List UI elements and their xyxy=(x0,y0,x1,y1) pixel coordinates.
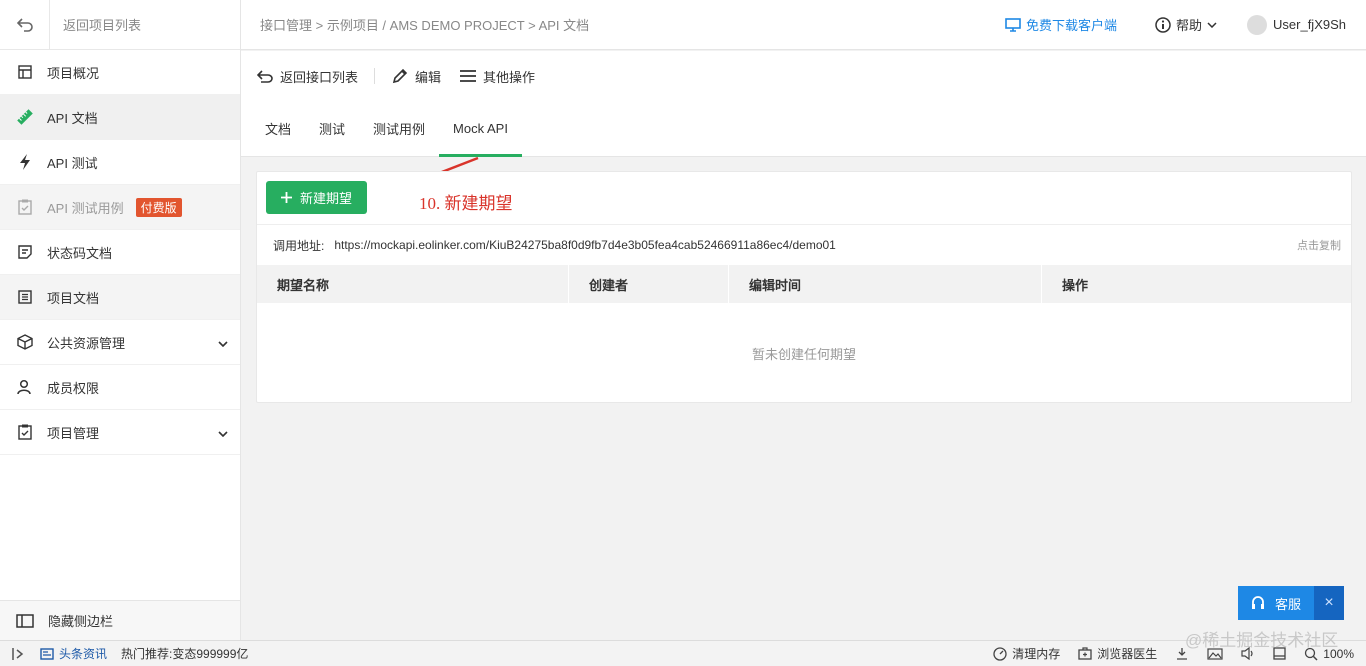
watermark: @稀土掘金技术社区 xyxy=(1185,631,1339,650)
doc-toolbar: 返回接口列表 编辑 其他操作 xyxy=(241,51,1366,101)
customer-service-button[interactable]: 客服 xyxy=(1238,586,1314,620)
sidebar-item-api-test-cases[interactable]: API 测试用例 付费版 xyxy=(0,185,240,230)
copy-link[interactable]: 点击复制 xyxy=(1297,237,1341,253)
headline-news-label: 头条资讯 xyxy=(59,647,108,661)
document-list-icon xyxy=(16,288,34,306)
customer-service-widget: 客服 × xyxy=(1238,586,1344,620)
speedometer-icon xyxy=(993,646,1007,661)
pencil-icon xyxy=(392,68,408,84)
more-actions-button[interactable]: 其他操作 xyxy=(459,67,535,86)
cube-icon xyxy=(16,333,34,351)
sidebar-item-members[interactable]: 成员权限 xyxy=(0,365,240,410)
annotation-label: 10. 新建期望 xyxy=(419,194,513,213)
newspaper-icon xyxy=(40,647,54,660)
download-client-label: 免费下载客户端 xyxy=(1025,18,1117,33)
sidebar-item-project-management[interactable]: 项目管理 xyxy=(0,410,240,455)
clipboard-check-icon xyxy=(16,423,34,441)
chevron-down-icon xyxy=(1207,21,1217,28)
headline-news-link[interactable]: 头条资讯 xyxy=(40,645,107,662)
sidebar-item-label: 项目概况 xyxy=(47,65,100,81)
tab-mock-api[interactable]: Mock API xyxy=(439,101,522,157)
tab-test-cases[interactable]: 测试用例 xyxy=(359,101,439,156)
browser-doctor-button[interactable]: 浏览器医生 xyxy=(1078,645,1157,662)
hide-sidebar-label: 隐藏侧边栏 xyxy=(48,614,114,629)
call-address-url: https://mockapi.eolinker.com/KiuB24275ba… xyxy=(334,238,836,252)
note-icon xyxy=(16,243,34,261)
sidebar-item-public-resources[interactable]: 公共资源管理 xyxy=(0,320,240,365)
browser-doctor-label: 浏览器医生 xyxy=(1097,647,1158,661)
column-header-creator: 创建者 xyxy=(569,265,729,303)
sidebar-item-label: 公共资源管理 xyxy=(47,335,126,351)
more-actions-label: 其他操作 xyxy=(483,69,536,85)
help-menu[interactable]: 帮助 xyxy=(1155,15,1217,34)
sidebar-item-label: API 测试用例 xyxy=(47,200,124,216)
sidebar-item-api-test[interactable]: API 测试 xyxy=(0,140,240,185)
close-icon[interactable]: × xyxy=(1314,586,1344,620)
column-header-name: 期望名称 xyxy=(257,265,569,303)
mock-panel: 新建期望 10. 新建期望 调用地址: https://mockapi.eoli… xyxy=(256,171,1352,403)
menu-icon xyxy=(460,70,477,82)
back-arrow-icon[interactable] xyxy=(0,0,50,50)
back-to-projects[interactable]: 返回项目列表 xyxy=(0,0,240,50)
sidebar-toggle-icon xyxy=(16,613,34,628)
help-label: 帮助 xyxy=(1176,18,1203,33)
username: User_fjX9Sh xyxy=(1273,17,1346,32)
browser-status-bar: 头条资讯 热门推荐:变态999999亿 清理内存 浏览器医生 100% xyxy=(0,640,1366,666)
download-client-link[interactable]: 免费下载客户端 xyxy=(1005,15,1117,34)
plus-icon xyxy=(280,192,292,203)
toolbar-divider xyxy=(374,68,376,84)
clipboard-check-icon xyxy=(16,198,34,216)
back-to-api-list-label: 返回接口列表 xyxy=(280,69,359,85)
new-expectation-label: 新建期望 xyxy=(299,191,352,206)
tab-doc[interactable]: 文档 xyxy=(251,101,305,156)
headset-icon xyxy=(1251,596,1264,609)
doc-tabs: 文档 测试 测试用例 Mock API xyxy=(241,101,1366,157)
back-to-projects-label[interactable]: 返回项目列表 xyxy=(50,15,141,34)
sidebar-item-status-codes[interactable]: 状态码文档 xyxy=(0,230,240,275)
avatar xyxy=(1247,14,1268,35)
medical-kit-icon xyxy=(1078,647,1092,660)
customer-service-label: 客服 xyxy=(1274,596,1301,612)
sidebar-item-label: 项目文档 xyxy=(47,290,100,306)
edit-button[interactable]: 编辑 xyxy=(391,67,441,86)
top-header: 接口管理 > 示例项目 / AMS DEMO PROJECT > API 文档 … xyxy=(241,0,1366,50)
tab-test[interactable]: 测试 xyxy=(305,101,359,156)
sidebar-item-label: API 文档 xyxy=(47,110,98,126)
breadcrumb[interactable]: 接口管理 > 示例项目 / AMS DEMO PROJECT > API 文档 xyxy=(241,15,1005,34)
chevron-down-icon[interactable] xyxy=(218,425,228,440)
sidebar: 返回项目列表 项目概况 API 文档 API 测试 API 测试用例 付费版 状… xyxy=(0,0,241,640)
expectations-table-header: 期望名称 创建者 编辑时间 操作 xyxy=(257,265,1351,303)
sidebar-item-overview[interactable]: 项目概况 xyxy=(0,50,240,95)
edit-label: 编辑 xyxy=(415,69,442,85)
lightning-icon xyxy=(16,153,34,171)
overview-icon xyxy=(16,63,34,81)
paid-badge: 付费版 xyxy=(135,197,182,217)
column-header-actions: 操作 xyxy=(1062,277,1089,293)
sidebar-item-project-docs[interactable]: 项目文档 xyxy=(0,275,240,320)
expand-panel-icon[interactable] xyxy=(12,647,26,660)
new-expectation-button[interactable]: 新建期望 xyxy=(266,181,367,214)
user-icon xyxy=(16,378,34,396)
clean-memory-label: 清理内存 xyxy=(1012,647,1061,661)
clean-memory-button[interactable]: 清理内存 xyxy=(993,645,1060,662)
sidebar-item-api-docs[interactable]: API 文档 xyxy=(0,95,240,140)
user-menu[interactable]: User_fjX9Sh xyxy=(1247,14,1346,35)
hide-sidebar-button[interactable]: 隐藏侧边栏 xyxy=(0,600,240,640)
monitor-icon xyxy=(1005,17,1021,32)
sidebar-item-label: 状态码文档 xyxy=(47,245,113,261)
empty-state: 暂未创建任何期望 xyxy=(751,346,856,362)
call-address-label: 调用地址: xyxy=(273,238,325,253)
hot-recommendation[interactable]: 热门推荐:变态999999亿 xyxy=(121,645,248,662)
sidebar-item-label: 项目管理 xyxy=(47,425,100,441)
sidebar-item-label: 成员权限 xyxy=(47,380,100,396)
call-address-row: 调用地址: https://mockapi.eolinker.com/KiuB2… xyxy=(257,224,1351,265)
back-to-api-list-button[interactable]: 返回接口列表 xyxy=(257,67,358,86)
undo-arrow-icon xyxy=(257,69,273,83)
column-header-edit-time: 编辑时间 xyxy=(729,265,1042,303)
ruler-icon xyxy=(16,108,34,126)
sidebar-item-label: API 测试 xyxy=(47,155,98,171)
chevron-down-icon[interactable] xyxy=(218,335,228,350)
info-icon xyxy=(1155,16,1171,33)
